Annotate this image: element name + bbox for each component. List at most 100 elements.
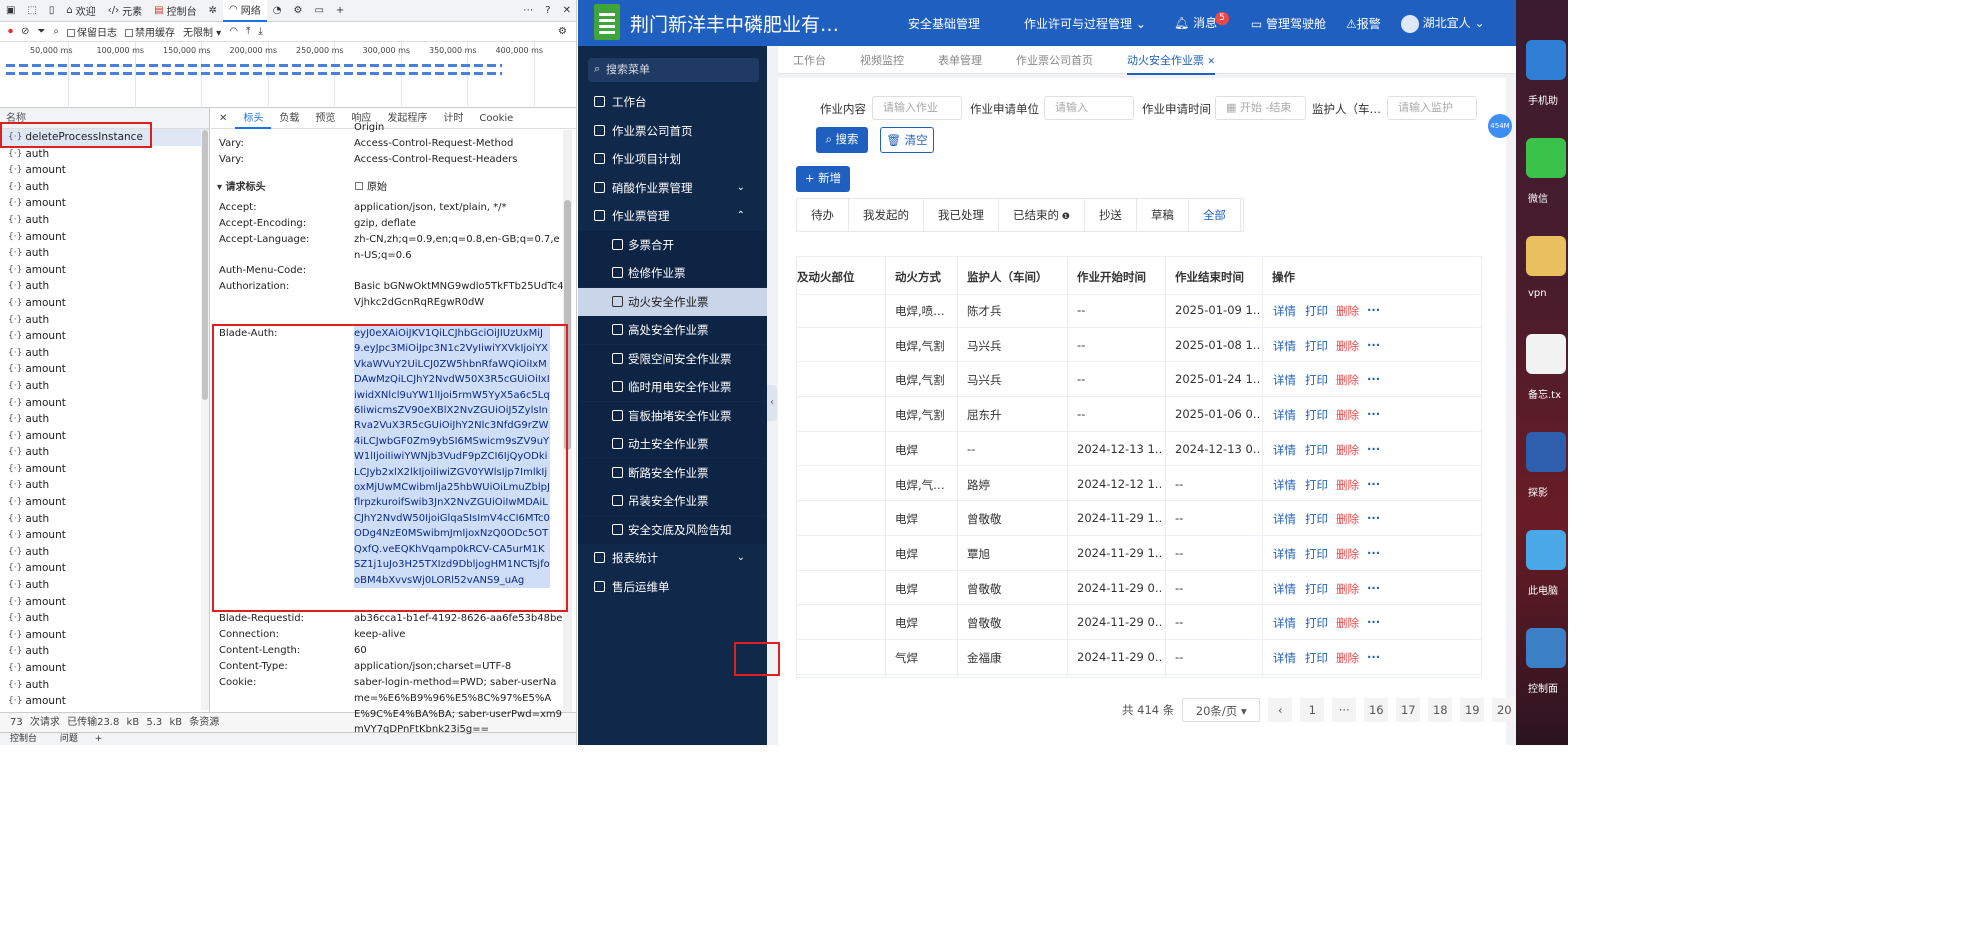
detail-link[interactable]: 详情 bbox=[1273, 511, 1296, 527]
more-actions-icon[interactable]: ··· bbox=[1367, 511, 1380, 525]
page-button[interactable]: 1 bbox=[1300, 698, 1325, 722]
network-settings-icon[interactable]: ⚙ bbox=[558, 26, 567, 37]
status-tab[interactable]: 待办 bbox=[797, 199, 849, 231]
print-link[interactable]: 打印 bbox=[1305, 511, 1328, 527]
request-row[interactable]: {·} amount bbox=[0, 627, 209, 644]
request-row[interactable]: {·} auth bbox=[0, 212, 209, 229]
network-conditions-icon[interactable]: ◠ bbox=[229, 26, 238, 37]
drawer-tab-console[interactable]: 控制台 bbox=[10, 734, 37, 744]
request-row[interactable]: {·} auth bbox=[0, 577, 209, 594]
request-row[interactable]: {·} amount bbox=[0, 527, 209, 544]
detail-link[interactable]: 详情 bbox=[1273, 338, 1296, 354]
add-button[interactable]: + 新增 bbox=[796, 166, 850, 192]
table-row[interactable]: 气焊 金福康 2024-11-29 0… -- 详情 打印 删除 ··· bbox=[797, 640, 1481, 675]
request-row[interactable]: {·} amount bbox=[0, 361, 209, 378]
page-button[interactable]: 19 bbox=[1460, 698, 1485, 722]
table-row[interactable]: 电焊 -- 2024-12-13 1… 2024-12-13 0… 详情 打印 删除 ··· bbox=[797, 432, 1481, 467]
delete-link[interactable]: 删除 bbox=[1336, 546, 1359, 562]
more-actions-icon[interactable]: ··· bbox=[1367, 442, 1380, 456]
tab-preview[interactable]: 预览 bbox=[307, 108, 343, 129]
user-menu[interactable]: 湖北宜人 ⌄ bbox=[1400, 14, 1485, 33]
inspect-icon[interactable]: ⬚ bbox=[21, 0, 42, 22]
delete-link[interactable]: 删除 bbox=[1336, 650, 1359, 666]
sidebar-toggle-icon[interactable]: ▯ bbox=[43, 0, 61, 22]
status-tab[interactable]: 我已处理 bbox=[924, 199, 999, 231]
sidebar-subitem[interactable]: 高处安全作业票 bbox=[578, 316, 767, 344]
preserve-log-checkbox[interactable]: 保留日志 bbox=[67, 24, 117, 39]
request-row[interactable]: {·} amount bbox=[0, 295, 209, 312]
drawer-tab-issues[interactable]: 问题 bbox=[60, 734, 78, 744]
desktop-app-icon[interactable] bbox=[1526, 334, 1566, 374]
desktop-app-icon[interactable] bbox=[1526, 138, 1566, 178]
detail-link[interactable]: 详情 bbox=[1273, 407, 1296, 423]
close-icon[interactable]: ✕ bbox=[557, 0, 576, 22]
table-row[interactable]: 电焊,气割 屈东升 -- 2025-01-06 0… 详情 打印 删除 ··· bbox=[797, 397, 1481, 432]
request-row[interactable]: {·} auth bbox=[0, 444, 209, 461]
more-actions-icon[interactable]: ··· bbox=[1367, 303, 1380, 317]
sidebar-subitem[interactable]: 临时用电安全作业票 bbox=[578, 373, 767, 401]
delete-link[interactable]: 删除 bbox=[1336, 615, 1359, 631]
sidebar-subitem[interactable]: 盲板抽堵安全作业票 bbox=[578, 401, 767, 430]
request-row[interactable]: {·} amount bbox=[0, 328, 209, 345]
status-tab[interactable]: 已结束的 ❶ bbox=[999, 199, 1085, 231]
sidebar-subitem[interactable]: 吊装安全作业票 bbox=[578, 487, 767, 515]
disable-cache-checkbox[interactable]: 禁用缓存 bbox=[125, 24, 175, 39]
tab-console[interactable]: ▤ 控制台 bbox=[148, 0, 202, 22]
prev-page-button[interactable]: ‹ bbox=[1268, 698, 1293, 722]
detail-link[interactable]: 详情 bbox=[1273, 442, 1296, 458]
detail-link[interactable]: 详情 bbox=[1273, 650, 1296, 666]
request-row[interactable]: {·} auth bbox=[0, 610, 209, 627]
more-actions-icon[interactable]: ··· bbox=[1367, 546, 1380, 560]
print-link[interactable]: 打印 bbox=[1305, 372, 1328, 388]
add-tab-icon[interactable]: + bbox=[330, 0, 350, 22]
request-list-scrollbar[interactable] bbox=[201, 130, 209, 710]
more-actions-icon[interactable]: ··· bbox=[1367, 615, 1380, 629]
request-row[interactable]: {·} amount bbox=[0, 428, 209, 445]
table-row[interactable]: 电焊,气割 马兴兵 -- 2025-01-24 1… 详情 打印 删除 ··· bbox=[797, 362, 1481, 398]
table-row[interactable]: 电焊,喷… 陈才兵 -- 2025-01-09 1… 详情 打印 删除 ··· bbox=[797, 293, 1481, 328]
print-link[interactable]: 打印 bbox=[1305, 477, 1328, 493]
bug-icon[interactable]: ✲ bbox=[203, 0, 223, 22]
settings-gear-icon[interactable]: ⚙ bbox=[287, 0, 308, 22]
sidebar-subitem[interactable]: 断路安全作业票 bbox=[578, 458, 767, 487]
tab-video[interactable]: 视频监控 bbox=[860, 52, 904, 68]
performance-icon[interactable]: ◔ bbox=[267, 0, 288, 22]
print-link[interactable]: 打印 bbox=[1305, 650, 1328, 666]
sidebar-item[interactable]: 作业票管理 ⌃ bbox=[578, 202, 767, 230]
tab-network[interactable]: ◠ 网络 bbox=[223, 0, 267, 22]
upload-icon[interactable]: ⤒ bbox=[246, 26, 250, 37]
sidebar-subitem[interactable]: 安全交底及风险告知 bbox=[578, 515, 767, 544]
more-actions-icon[interactable]: ··· bbox=[1367, 407, 1380, 421]
table-row[interactable]: 电焊 曾敬敬 2024-11-29 1… -- 详情 打印 删除 ··· bbox=[797, 501, 1481, 536]
detail-link[interactable]: 详情 bbox=[1273, 615, 1296, 631]
delete-link[interactable]: 删除 bbox=[1336, 407, 1359, 423]
print-link[interactable]: 打印 bbox=[1305, 442, 1328, 458]
status-tab[interactable]: 我发起的 bbox=[849, 199, 924, 231]
delete-link[interactable]: 删除 bbox=[1336, 372, 1359, 388]
table-row[interactable]: 电焊 曾敬敬 2024-11-29 0… -- 详情 打印 删除 ··· bbox=[797, 605, 1481, 640]
status-tab[interactable]: 全部 bbox=[1189, 199, 1241, 231]
nav-permit-process[interactable]: 作业许可与过程管理 ⌄ bbox=[1024, 15, 1146, 32]
table-row[interactable]: 电焊 覃旭 2024-11-29 1… -- 详情 打印 删除 ··· bbox=[797, 536, 1481, 571]
close-tab-icon[interactable]: ✕ bbox=[1208, 57, 1216, 67]
desktop-app-icon[interactable] bbox=[1526, 40, 1566, 80]
print-link[interactable]: 打印 bbox=[1305, 303, 1328, 319]
detail-link[interactable]: 详情 bbox=[1273, 303, 1296, 319]
help-icon[interactable]: ? bbox=[539, 0, 556, 22]
print-link[interactable]: 打印 bbox=[1305, 338, 1328, 354]
table-row[interactable]: 电焊,气… 路婷 2024-12-12 1… -- 详情 打印 删除 ··· bbox=[797, 467, 1481, 502]
sidebar-subitem[interactable]: 动土安全作业票 bbox=[578, 430, 767, 458]
request-row[interactable]: {·} auth bbox=[0, 345, 209, 362]
tab-headers[interactable]: 标头 bbox=[235, 108, 272, 129]
status-tab[interactable]: 抄送 bbox=[1085, 199, 1137, 231]
request-row[interactable]: {·} amount bbox=[0, 229, 209, 246]
request-row[interactable]: {·} auth bbox=[0, 411, 209, 428]
print-link[interactable]: 打印 bbox=[1305, 407, 1328, 423]
request-row[interactable]: {·} auth bbox=[0, 511, 209, 528]
request-row[interactable]: {·} auth bbox=[0, 477, 209, 494]
tab-elements[interactable]: ‹/› 元素 bbox=[102, 0, 148, 22]
sidebar-item[interactable]: 工作台 bbox=[578, 88, 767, 116]
menu-search-input[interactable]: 搜索菜单 bbox=[588, 58, 759, 82]
nav-safety-base[interactable]: 安全基础管理 bbox=[908, 15, 980, 32]
request-row[interactable]: {·} amount bbox=[0, 560, 209, 577]
